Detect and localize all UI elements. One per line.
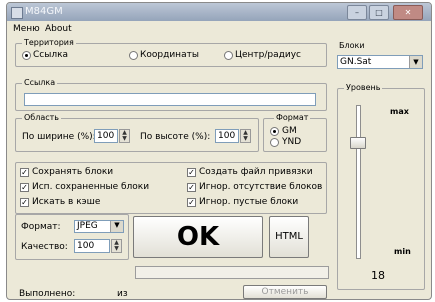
territory-center-radius-radio[interactable] bbox=[224, 51, 233, 60]
area-height-input[interactable]: 100 bbox=[215, 129, 239, 143]
use-saved-blocks-checkbox[interactable]: ✓ bbox=[20, 183, 29, 192]
ignore-missing-label[interactable]: Игнор. отсутствие блоков bbox=[199, 182, 322, 192]
level-group-label: Уровень bbox=[344, 83, 383, 93]
map-format-group-label: Формат bbox=[274, 113, 311, 123]
level-group: Уровень max min 18 bbox=[337, 83, 425, 290]
territory-group: Территория Ссылка Координаты Центр/радиу… bbox=[15, 38, 327, 67]
app-icon bbox=[11, 7, 23, 19]
spin-down-icon[interactable]: ▼ bbox=[112, 246, 121, 252]
done-label: Выполнено: bbox=[19, 289, 76, 299]
format-gm-label[interactable]: GM bbox=[282, 126, 297, 136]
window-title: M84GM bbox=[25, 6, 63, 17]
blocks-value: GN.Sat bbox=[340, 57, 372, 67]
territory-link-label[interactable]: Ссылка bbox=[33, 50, 68, 60]
ignore-empty-checkbox[interactable]: ✓ bbox=[187, 198, 196, 207]
search-cache-checkbox[interactable]: ✓ bbox=[20, 198, 29, 207]
quality-input[interactable]: 100 bbox=[74, 239, 110, 253]
level-value: 18 bbox=[371, 269, 385, 282]
menu-item-about[interactable]: About bbox=[45, 24, 72, 34]
territory-coordinates-label[interactable]: Координаты bbox=[140, 50, 199, 60]
save-blocks-checkbox[interactable]: ✓ bbox=[20, 168, 29, 177]
level-slider-thumb[interactable] bbox=[350, 137, 366, 149]
image-settings-group: Формат: JPEG ▼ Качество: 100 ▲ ▼ bbox=[15, 214, 129, 260]
blocks-select[interactable]: GN.Sat ▼ bbox=[337, 55, 423, 69]
use-saved-blocks-label[interactable]: Исп. сохраненные блоки bbox=[32, 182, 149, 192]
map-format-group: Формат GM YND bbox=[263, 113, 327, 152]
territory-center-radius-label[interactable]: Центр/радиус bbox=[235, 50, 301, 60]
done-of-label: из bbox=[117, 289, 128, 299]
territory-coordinates-radio[interactable] bbox=[129, 51, 138, 60]
blocks-label: Блоки bbox=[339, 41, 365, 50]
area-group-label: Область bbox=[22, 113, 62, 123]
area-width-label: По ширине (%): bbox=[22, 132, 96, 142]
quality-spinner[interactable]: ▲ ▼ bbox=[111, 239, 122, 253]
main-window: M84GM – □ ✕ Меню About Территория Ссылка… bbox=[6, 2, 432, 300]
maximize-button[interactable]: □ bbox=[369, 5, 389, 20]
level-min-label: min bbox=[394, 247, 411, 256]
format-ynd-radio[interactable] bbox=[270, 138, 279, 147]
ignore-empty-label[interactable]: Игнор. пустые блоки bbox=[199, 197, 298, 207]
area-width-input[interactable]: 100 bbox=[94, 129, 118, 143]
link-input[interactable] bbox=[24, 93, 316, 106]
chevron-down-icon[interactable]: ▼ bbox=[110, 221, 123, 232]
options-group: ✓ Сохранять блоки ✓ Исп. сохраненные бло… bbox=[15, 162, 327, 214]
create-binding-checkbox[interactable]: ✓ bbox=[187, 168, 196, 177]
area-height-label: По высоте (%): bbox=[140, 132, 211, 142]
format-ynd-label[interactable]: YND bbox=[282, 137, 301, 147]
image-format-label: Формат: bbox=[21, 222, 61, 232]
chevron-down-icon[interactable]: ▼ bbox=[409, 56, 422, 68]
quality-label: Качество: bbox=[21, 242, 68, 252]
image-format-select[interactable]: JPEG ▼ bbox=[74, 220, 124, 233]
ok-button[interactable]: OK bbox=[133, 216, 263, 258]
link-group-label: Ссылка bbox=[22, 78, 58, 88]
level-max-label: max bbox=[390, 107, 409, 116]
close-button[interactable]: ✕ bbox=[393, 5, 423, 20]
territory-group-label: Территория bbox=[22, 38, 76, 48]
menu-bar: Меню About bbox=[7, 23, 431, 36]
html-button[interactable]: HTML bbox=[269, 216, 309, 258]
territory-link-radio[interactable] bbox=[22, 51, 31, 60]
spin-down-icon[interactable]: ▼ bbox=[120, 136, 129, 142]
title-bar[interactable]: M84GM – □ ✕ bbox=[7, 3, 431, 21]
minimize-button[interactable]: – bbox=[347, 5, 367, 20]
progress-bar bbox=[135, 266, 329, 279]
menu-item-menu[interactable]: Меню bbox=[13, 24, 40, 34]
spin-down-icon[interactable]: ▼ bbox=[241, 136, 250, 142]
save-blocks-label[interactable]: Сохранять блоки bbox=[32, 167, 113, 177]
image-format-value: JPEG bbox=[77, 221, 98, 231]
area-group: Область По ширине (%): 100 ▲ ▼ По высоте … bbox=[15, 113, 259, 152]
area-height-spinner[interactable]: ▲ ▼ bbox=[240, 129, 251, 143]
ignore-missing-checkbox[interactable]: ✓ bbox=[187, 183, 196, 192]
link-group: Ссылка bbox=[15, 78, 327, 111]
format-gm-radio[interactable] bbox=[270, 127, 279, 136]
cancel-button[interactable]: Отменить bbox=[243, 285, 327, 299]
search-cache-label[interactable]: Искать в кэше bbox=[32, 197, 100, 207]
level-slider-track[interactable] bbox=[356, 105, 361, 259]
create-binding-label[interactable]: Создать файл привязки bbox=[199, 167, 313, 177]
area-width-spinner[interactable]: ▲ ▼ bbox=[119, 129, 130, 143]
